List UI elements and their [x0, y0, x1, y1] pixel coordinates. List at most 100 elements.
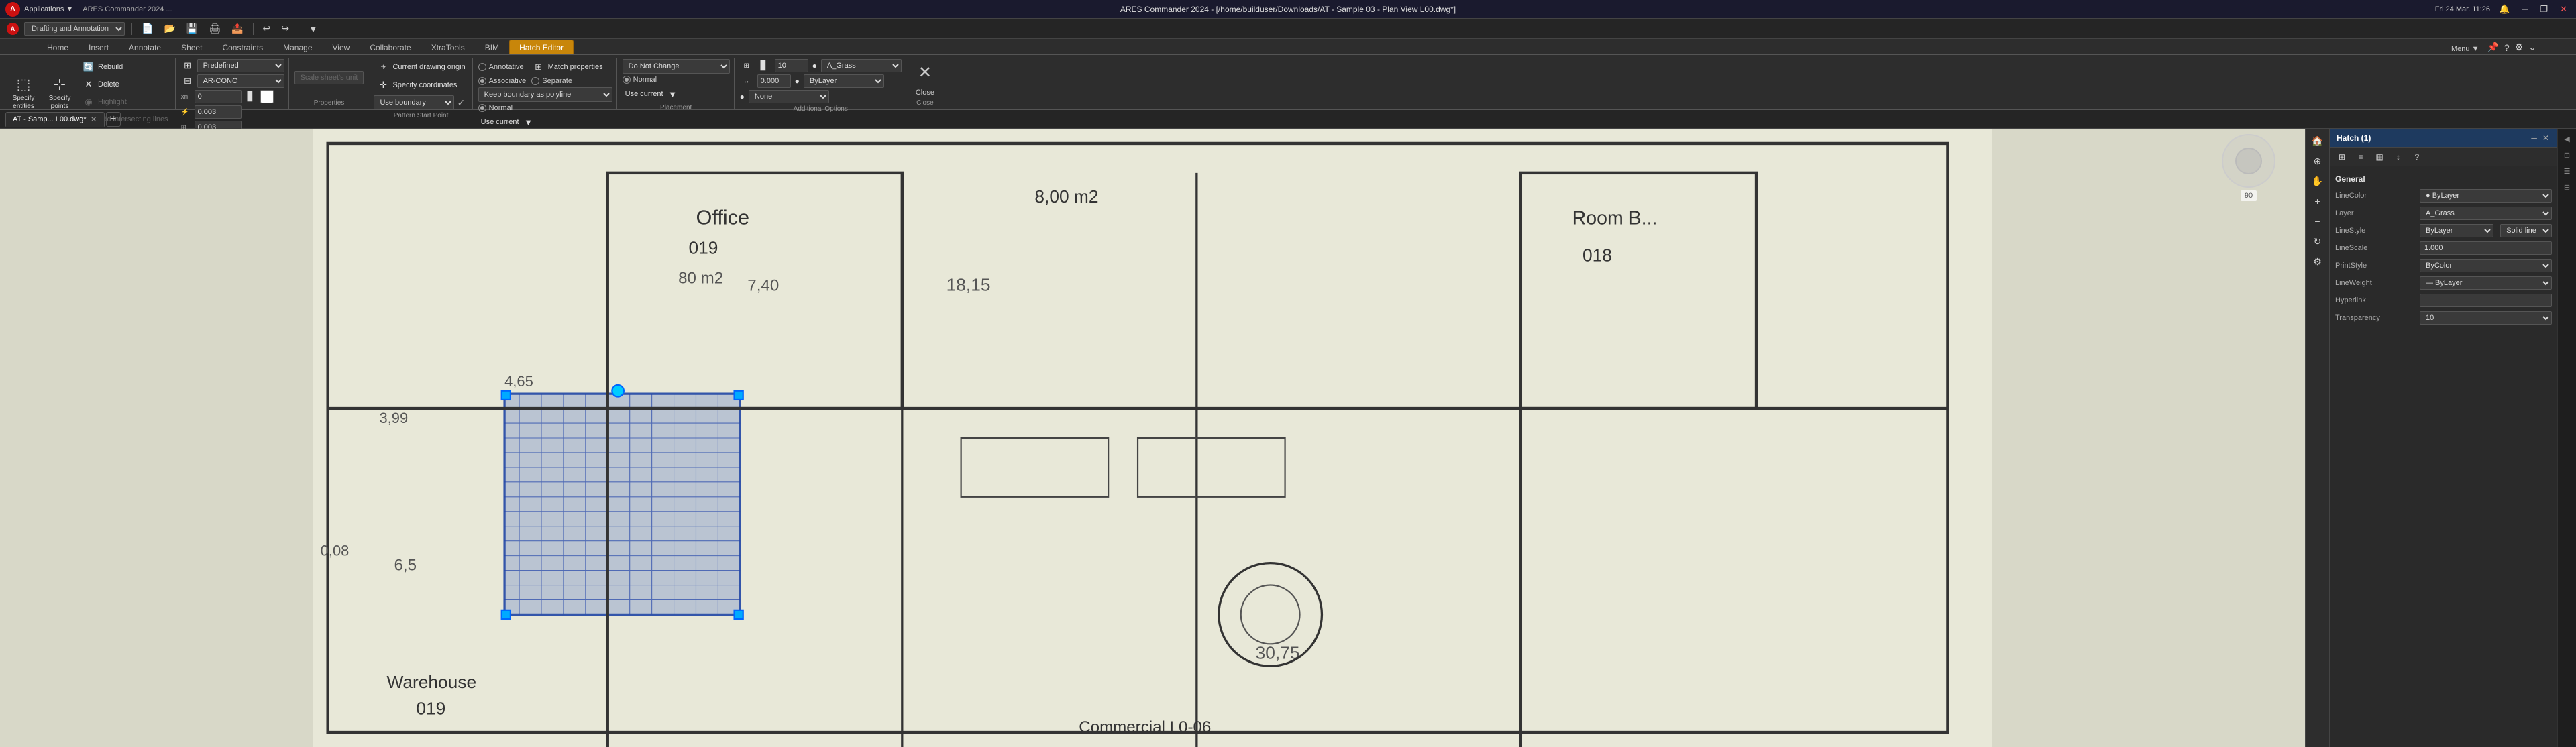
restore-btn[interactable]: ❐ — [2536, 3, 2551, 16]
save-btn[interactable]: 💾 — [184, 21, 201, 36]
file-tab-1-close[interactable]: ✕ — [91, 115, 97, 124]
highlight-btn[interactable]: ◉ Highlight — [79, 94, 129, 110]
applications-menu[interactable]: Applications ▼ — [24, 5, 73, 13]
datetime: Fri 24 Mar. 11:26 — [2435, 5, 2490, 13]
associative-radio[interactable]: Associative — [478, 77, 527, 85]
canvas-area[interactable]: Office 019 80 m2 8,00 m2 Room B... 018 W… — [0, 129, 2305, 747]
linecolor-select[interactable]: ● ByLayer — [2420, 189, 2552, 203]
specify-points-btn[interactable]: ⊹ Specifypoints — [43, 73, 76, 113]
tab-manage[interactable]: Manage — [273, 40, 322, 54]
tab-xtratools[interactable]: XtraTools — [421, 40, 475, 54]
publish-btn[interactable]: 📤 — [229, 21, 246, 36]
annotative-radio[interactable]: Annotative — [478, 63, 524, 71]
dropdown-btn[interactable]: ▼ — [306, 22, 321, 36]
expand-ribbon-btn[interactable]: ⌄ — [2526, 40, 2539, 54]
pt-btn-3[interactable]: ▦ — [2371, 150, 2387, 164]
linescale-value: 1.000 — [2420, 241, 2552, 255]
tab-hatch-editor[interactable]: Hatch Editor — [509, 40, 574, 54]
ph-minimize-btn[interactable]: ─ — [2530, 132, 2538, 144]
pt-btn-help[interactable]: ? — [2409, 150, 2425, 164]
undo-btn[interactable]: ↩ — [260, 21, 274, 36]
workspace-selector[interactable]: Drafting and Annotation — [24, 22, 125, 36]
frt-btn-1[interactable]: ◀ — [2560, 131, 2575, 146]
normal-radio[interactable]: Normal — [478, 104, 513, 112]
rt-rotate-btn[interactable]: ↻ — [2308, 232, 2327, 251]
settings-btn[interactable]: ⚙ — [2512, 40, 2526, 54]
lineweight-select[interactable]: — ByLayer — [2420, 276, 2552, 290]
color-icon: ▊ — [244, 90, 258, 103]
linestyle-select[interactable]: ByLayer — [2420, 224, 2493, 237]
print-btn[interactable]: 🖨 — [206, 21, 223, 36]
minimize-btn[interactable]: ─ — [2518, 3, 2531, 15]
keep-boundary-select[interactable]: Keep boundary as polyline — [478, 87, 612, 102]
layer-select-prop[interactable]: A_Grass — [2420, 207, 2552, 220]
rt-home-btn[interactable]: 🏠 — [2308, 131, 2327, 150]
current-drawing-origin-btn[interactable]: ⌖ Current drawing origin — [374, 59, 468, 75]
none-select[interactable]: None — [749, 90, 829, 103]
app-logo: A — [5, 2, 20, 17]
notification-btn[interactable]: 🔔 — [2496, 3, 2513, 16]
section-general-label: General — [2335, 174, 2365, 184]
delete-btn[interactable]: ✕ Delete — [79, 76, 122, 93]
add-tab-btn[interactable]: + — [106, 112, 121, 127]
use-boundary-select[interactable]: Use boundary — [374, 95, 454, 110]
pt-btn-4[interactable]: ↕ — [2390, 150, 2406, 164]
ao-num-input2[interactable] — [757, 74, 791, 88]
match-properties-btn[interactable]: ⊞ Match properties — [529, 59, 606, 75]
ao-num-input1[interactable] — [775, 59, 808, 72]
frt-btn-2[interactable]: ⊡ — [2560, 148, 2575, 162]
tab-collaborate[interactable]: Collaborate — [360, 40, 421, 54]
solidline-select[interactable]: Solid line — [2500, 224, 2552, 237]
use-current2-btn[interactable]: Use current ▼ — [623, 86, 682, 102]
rt-zoom-out-btn[interactable]: − — [2308, 212, 2327, 231]
specify-coordinates-btn[interactable]: ✛ Specify coordinates — [374, 77, 460, 93]
drawing-canvas: Office 019 80 m2 8,00 m2 Room B... 018 W… — [0, 129, 2305, 747]
scale-input[interactable] — [195, 105, 241, 119]
pt-btn-1[interactable]: ⊞ — [2334, 150, 2350, 164]
angle-input[interactable] — [195, 90, 241, 103]
use-current-btn[interactable]: Use current ▼ — [478, 114, 538, 130]
a-grass-select[interactable]: A_Grass — [821, 59, 902, 72]
file-tab-1[interactable]: AT - Samp... L00.dwg* ✕ — [5, 112, 105, 127]
pin-btn[interactable]: 📌 — [2484, 40, 2501, 54]
menu-right-btn[interactable]: Menu ▼ — [2449, 44, 2481, 54]
frt-btn-3[interactable]: ☰ — [2560, 164, 2575, 178]
tab-insert[interactable]: Insert — [78, 40, 119, 54]
rt-zoom-in-btn[interactable]: + — [2308, 192, 2327, 211]
frt-btn-4[interactable]: ⊞ — [2560, 180, 2575, 194]
tab-home[interactable]: Home — [37, 40, 78, 54]
printstyle-select[interactable]: ByColor — [2420, 259, 2552, 272]
tab-sheet[interactable]: Sheet — [171, 40, 212, 54]
use-boundary-checkmark[interactable]: ✓ — [457, 97, 465, 109]
color-swatch[interactable] — [260, 90, 274, 103]
transparency-select[interactable]: 10 — [2420, 311, 2552, 325]
bylayer-select[interactable]: ByLayer — [804, 74, 884, 88]
close-x-btn[interactable]: ✕ — [912, 59, 938, 86]
tab-view[interactable]: View — [323, 40, 360, 54]
close-btn[interactable]: ✕ — [2557, 3, 2571, 16]
normal-label: Normal — [489, 104, 513, 112]
rebuild-btn[interactable]: 🔄 Rebuild — [79, 59, 125, 75]
tab-annotate[interactable]: Annotate — [119, 40, 171, 54]
tab-constraints[interactable]: Constraints — [212, 40, 273, 54]
help-btn[interactable]: ? — [2502, 41, 2512, 54]
pattern-name-select[interactable]: AR-CONC — [197, 74, 284, 88]
rt-zoom-btn[interactable]: ⊕ — [2308, 152, 2327, 170]
prop-row-linestyle: LineStyle ByLayer Solid line — [2335, 224, 2552, 237]
open-btn[interactable]: 📂 — [161, 21, 178, 36]
pt-btn-2[interactable]: ≡ — [2353, 150, 2369, 164]
ph-close-btn[interactable]: ✕ — [2541, 132, 2551, 144]
rt-settings-btn[interactable]: ⚙ — [2308, 252, 2327, 271]
specify-entities-btn[interactable]: ⬚ Specifyentities — [7, 73, 40, 113]
do-not-change-select[interactable]: Do Not Change — [623, 59, 730, 74]
rt-pan-btn[interactable]: ✋ — [2308, 172, 2327, 190]
placement-normal-radio[interactable]: Normal — [623, 76, 657, 84]
tab-bim[interactable]: BIM — [475, 40, 509, 54]
scale-sheets-btn[interactable]: Scale sheet's unit — [294, 71, 364, 84]
new-btn[interactable]: 📄 — [139, 21, 156, 36]
group-additional-options: ⊞ ▊ ● A_Grass ↔ ● ByLayer — [736, 58, 906, 109]
pattern-type-select[interactable]: Predefined — [197, 59, 284, 72]
separate-radio[interactable]: Separate — [531, 77, 572, 85]
nav-circle[interactable] — [2222, 134, 2275, 188]
redo-btn[interactable]: ↪ — [278, 21, 292, 36]
